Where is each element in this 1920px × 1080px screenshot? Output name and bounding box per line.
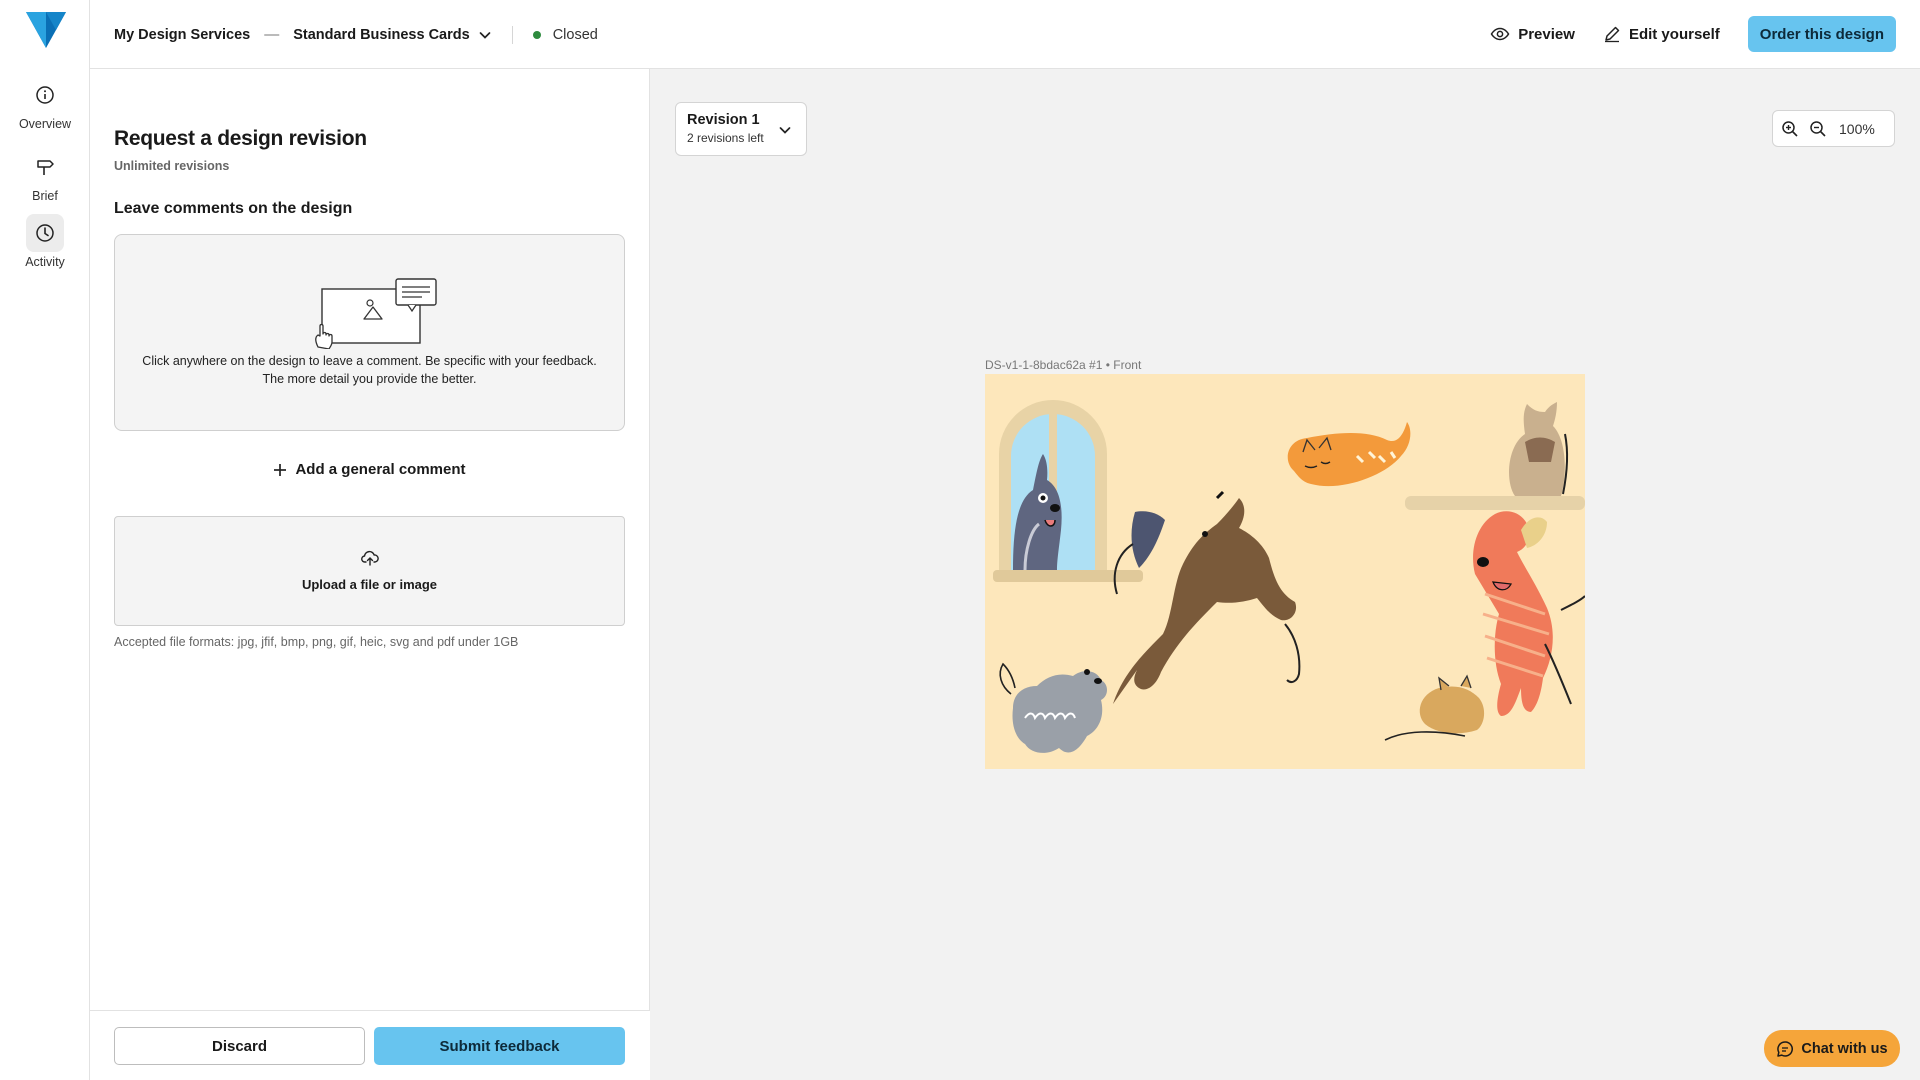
product-name: Standard Business Cards bbox=[293, 26, 470, 43]
comment-instructions-line2: The more detail you provide the better. bbox=[262, 372, 477, 386]
rail-item-label: Brief bbox=[32, 189, 58, 203]
plus-icon bbox=[274, 463, 287, 476]
breadcrumb-my-design-services[interactable]: My Design Services bbox=[114, 27, 250, 43]
chat-bubble-icon bbox=[1777, 1040, 1794, 1057]
preview-button[interactable]: Preview bbox=[1490, 24, 1575, 44]
chevron-down-icon bbox=[779, 127, 791, 134]
eye-icon bbox=[1490, 27, 1510, 41]
comment-instructions-line1: Click anywhere on the design to leave a … bbox=[142, 354, 597, 368]
edit-yourself-button[interactable]: Edit yourself bbox=[1603, 25, 1720, 43]
signpost-icon bbox=[26, 148, 64, 186]
edit-label: Edit yourself bbox=[1628, 25, 1720, 43]
section-heading: Leave comments on the design bbox=[114, 200, 353, 217]
zoom-in-button[interactable] bbox=[1781, 120, 1799, 138]
clock-icon bbox=[26, 214, 64, 252]
business-card-design[interactable] bbox=[985, 374, 1585, 769]
chat-with-us-button[interactable]: Chat with us bbox=[1764, 1030, 1900, 1067]
cloud-upload-icon bbox=[361, 550, 379, 566]
submit-feedback-button[interactable]: Submit feedback bbox=[374, 1027, 625, 1065]
preview-label: Preview bbox=[1518, 25, 1575, 43]
zoom-out-icon bbox=[1810, 120, 1826, 137]
breadcrumb: My Design Services — Standard Business C… bbox=[114, 0, 598, 69]
zoom-level: 100% bbox=[1839, 120, 1875, 137]
info-icon bbox=[26, 76, 64, 114]
breadcrumb-separator: — bbox=[264, 26, 280, 43]
top-bar: My Design Services — Standard Business C… bbox=[90, 0, 1920, 69]
zoom-in-icon bbox=[1782, 120, 1798, 137]
status-indicator: Closed bbox=[532, 26, 598, 43]
rail-item-overview[interactable]: Overview bbox=[0, 76, 90, 131]
chat-label: Chat with us bbox=[1801, 1040, 1888, 1057]
upload-dropzone[interactable]: Upload a file or image bbox=[114, 516, 625, 626]
design-caption: DS-v1-1-8bdac62a #1 • Front bbox=[985, 358, 1142, 372]
left-rail: Overview Brief Activity bbox=[0, 0, 90, 1080]
revisions-note: Unlimited revisions bbox=[114, 159, 230, 173]
comment-instructions: Click anywhere on the design to leave a … bbox=[115, 352, 624, 388]
comment-instructions-box: Click anywhere on the design to leave a … bbox=[114, 234, 625, 431]
pets-illustration bbox=[993, 400, 1585, 753]
accepted-formats-note: Accepted file formats: jpg, jfif, bmp, p… bbox=[114, 635, 519, 649]
design-canvas: Revision 1 2 revisions left 100% DS-v1-1… bbox=[650, 69, 1920, 1080]
top-actions: Preview Edit yourself Order this design bbox=[1490, 16, 1896, 52]
page-title: Request a design revision bbox=[114, 127, 367, 150]
zoom-out-button[interactable] bbox=[1809, 120, 1827, 138]
rail-item-label: Overview bbox=[18, 117, 72, 131]
add-comment-label: Add a general comment bbox=[295, 461, 466, 478]
revision-panel: Request a design revision Unlimited revi… bbox=[90, 69, 650, 1080]
rail-item-activity[interactable]: Activity bbox=[0, 214, 90, 269]
order-this-design-button[interactable]: Order this design bbox=[1747, 16, 1896, 52]
vistaprint-logo[interactable] bbox=[26, 12, 66, 48]
chevron-down-icon bbox=[479, 31, 491, 39]
discard-button[interactable]: Discard bbox=[114, 1027, 365, 1065]
status-dot bbox=[532, 30, 541, 39]
zoom-controls: 100% bbox=[1772, 110, 1895, 147]
comment-illustration-icon bbox=[315, 278, 437, 349]
divider bbox=[511, 25, 513, 44]
status-text: Closed bbox=[552, 26, 598, 43]
pencil-icon bbox=[1604, 26, 1620, 43]
upload-label: Upload a file or image bbox=[301, 577, 438, 592]
product-dropdown[interactable]: Standard Business Cards bbox=[293, 27, 491, 43]
revision-dropdown[interactable]: Revision 1 2 revisions left bbox=[675, 102, 807, 156]
panel-footer: Discard Submit feedback bbox=[90, 1010, 650, 1080]
rail-item-brief[interactable]: Brief bbox=[0, 148, 90, 203]
add-general-comment-button[interactable]: Add a general comment bbox=[114, 461, 625, 478]
rail-item-label: Activity bbox=[25, 255, 65, 269]
